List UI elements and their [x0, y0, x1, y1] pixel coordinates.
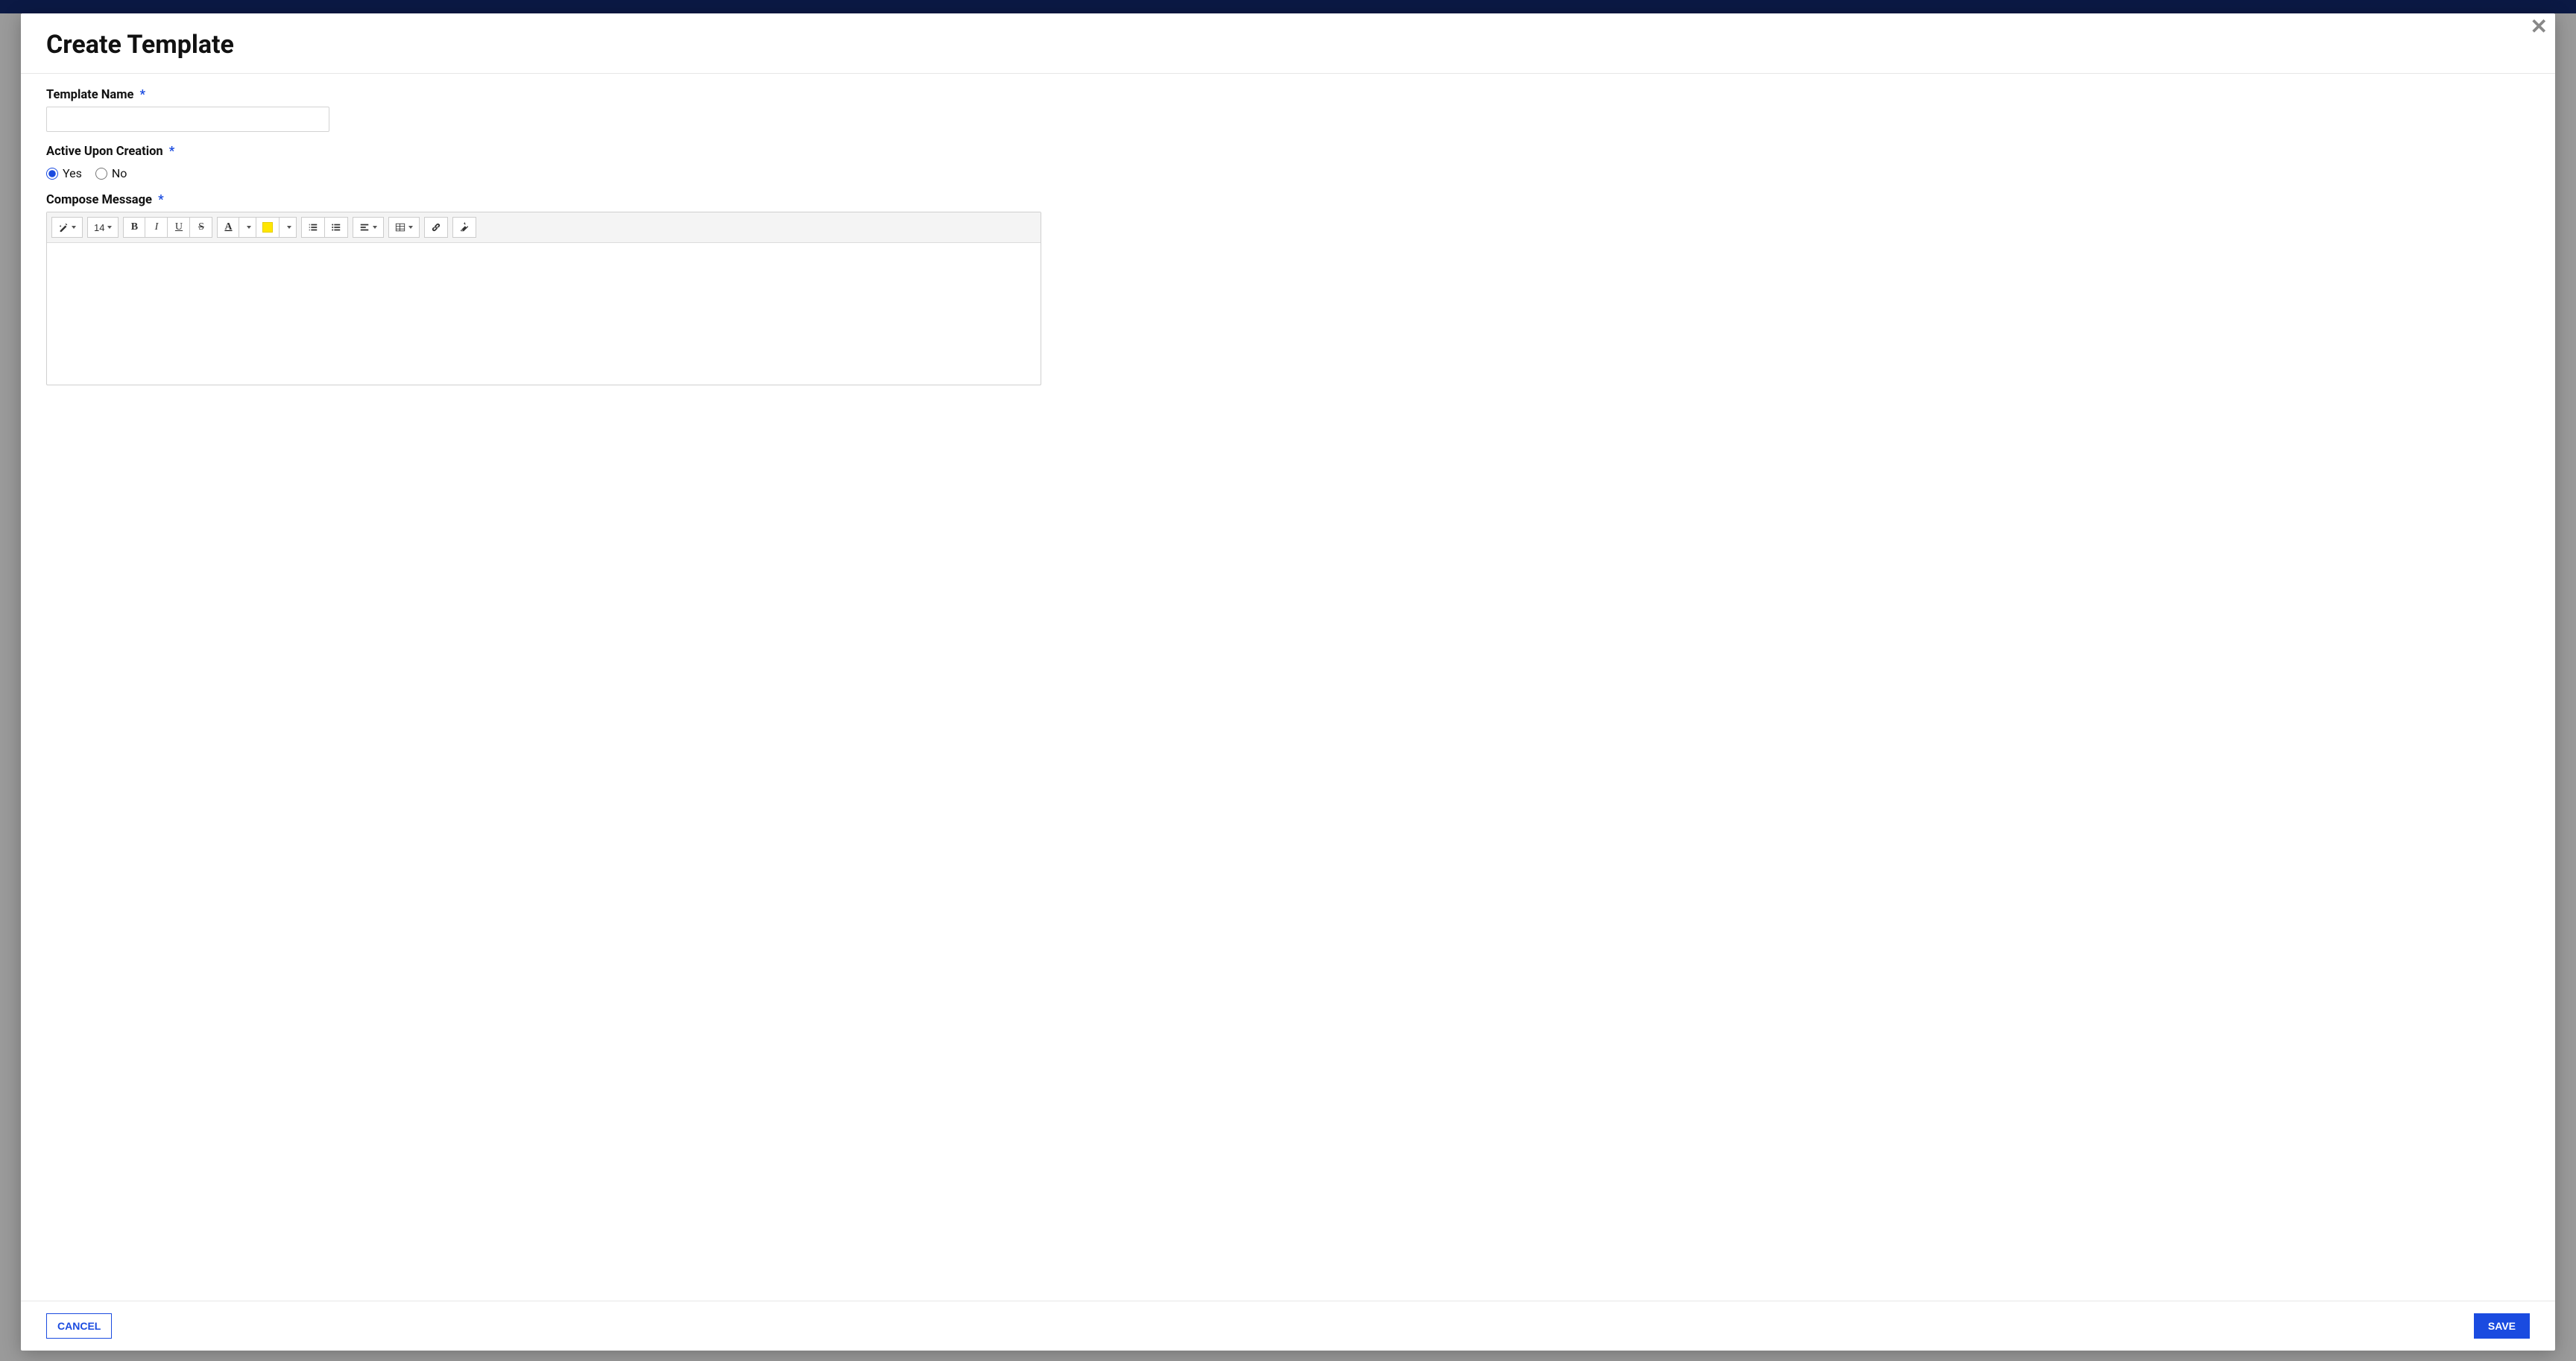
required-asterisk: * — [140, 88, 146, 102]
active-label: Active Upon Creation * — [46, 145, 174, 159]
ordered-list-button[interactable] — [301, 217, 325, 238]
active-radio-group: Yes No — [46, 166, 2530, 180]
link-button[interactable] — [424, 217, 448, 238]
create-template-modal: ✕ Create Template Template Name * Active… — [21, 13, 2555, 1351]
eraser-icon — [459, 222, 470, 233]
template-name-input[interactable] — [46, 107, 329, 132]
active-label-text: Active Upon Creation — [46, 145, 163, 159]
modal-footer: CANCEL SAVE — [21, 1301, 2555, 1351]
active-no-radio[interactable] — [95, 168, 107, 180]
ordered-list-icon — [308, 222, 318, 233]
bold-button[interactable]: B — [123, 217, 145, 238]
underline-icon: U — [175, 221, 183, 233]
italic-button[interactable]: I — [145, 217, 168, 238]
magic-style-button[interactable] — [51, 217, 83, 238]
rich-text-editor: 14 B I U S A — [46, 212, 1041, 385]
bold-icon: B — [131, 221, 138, 233]
app-top-bar — [0, 0, 2576, 13]
caret-down-icon — [373, 226, 377, 229]
save-button[interactable]: SAVE — [2474, 1313, 2530, 1339]
active-yes-label: Yes — [63, 166, 82, 180]
highlight-color-dropdown[interactable] — [280, 217, 297, 238]
caret-down-icon — [287, 226, 291, 229]
caret-down-icon — [72, 226, 76, 229]
active-no-label: No — [112, 166, 127, 180]
font-color-button[interactable]: A — [217, 217, 239, 238]
close-icon[interactable]: ✕ — [2531, 16, 2548, 37]
active-upon-creation-field: Active Upon Creation * Yes No — [46, 144, 2530, 180]
caret-down-icon — [107, 226, 112, 229]
modal-body: Template Name * Active Upon Creation * Y… — [21, 74, 2555, 1301]
eraser-button[interactable] — [452, 217, 476, 238]
active-yes-option[interactable]: Yes — [46, 166, 82, 180]
active-no-option[interactable]: No — [95, 166, 127, 180]
compose-message-field: Compose Message * — [46, 192, 2530, 385]
italic-icon: I — [155, 221, 159, 233]
required-asterisk: * — [158, 193, 164, 207]
template-name-field: Template Name * — [46, 87, 2530, 132]
font-size-value: 14 — [94, 222, 104, 233]
strikethrough-button[interactable]: S — [190, 217, 212, 238]
caret-down-icon — [247, 226, 251, 229]
compose-label-text: Compose Message — [46, 193, 152, 207]
table-button[interactable] — [388, 217, 420, 238]
strikethrough-icon: S — [198, 221, 204, 233]
highlight-swatch-icon — [262, 222, 273, 233]
compose-label: Compose Message * — [46, 193, 164, 207]
template-name-label-text: Template Name — [46, 88, 133, 102]
modal-title: Create Template — [46, 30, 2530, 60]
align-icon — [359, 222, 370, 233]
required-asterisk: * — [169, 145, 175, 159]
cancel-button[interactable]: CANCEL — [46, 1313, 112, 1339]
caret-down-icon — [408, 226, 413, 229]
font-color-dropdown[interactable] — [239, 217, 256, 238]
compose-textarea[interactable] — [47, 243, 1041, 385]
unordered-list-icon — [331, 222, 341, 233]
editor-toolbar: 14 B I U S A — [47, 212, 1041, 243]
paragraph-align-button[interactable] — [353, 217, 384, 238]
font-size-button[interactable]: 14 — [87, 217, 119, 238]
modal-header: Create Template — [21, 13, 2555, 74]
template-name-label: Template Name * — [46, 88, 145, 102]
underline-button[interactable]: U — [168, 217, 190, 238]
unordered-list-button[interactable] — [325, 217, 348, 238]
link-icon — [431, 222, 441, 233]
table-icon — [395, 222, 405, 233]
active-yes-radio[interactable] — [46, 168, 58, 180]
highlight-color-button[interactable] — [256, 217, 280, 238]
font-color-icon: A — [224, 221, 232, 233]
magic-wand-icon — [58, 222, 69, 233]
